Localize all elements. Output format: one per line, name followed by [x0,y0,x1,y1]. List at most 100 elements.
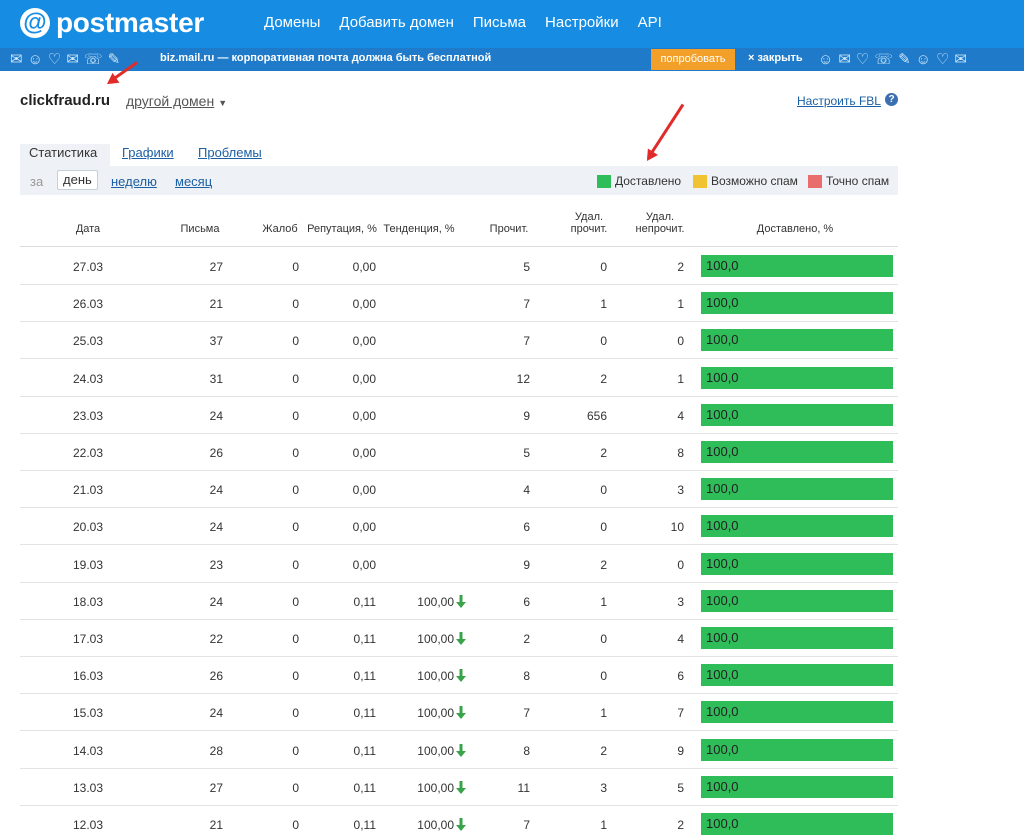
cell-delivered: 100,0 [706,556,739,571]
cell-deleted-unread: 9 [677,744,684,758]
cell-deleted-unread: 5 [677,781,684,795]
cell-delivered: 100,0 [706,407,739,422]
col-read[interactable]: Прочит. [484,223,534,235]
cell-date: 22.03 [72,446,104,460]
col-complaints[interactable]: Жалоб [258,223,302,235]
tab-statistics[interactable]: Статистика [20,144,110,166]
tab-charts[interactable]: Графики [122,144,174,162]
cell-reputation: 0,00 [352,520,376,534]
cell-deleted-read: 0 [600,520,607,534]
cell-complaints: 0 [292,372,299,386]
col-delivered[interactable]: Доставлено, % [740,223,850,235]
close-promo-button[interactable]: × закрыть [748,52,803,64]
period-filter-bar: за день неделю месяц Доставлено Возможно… [20,166,898,195]
domain-switch-dropdown[interactable]: другой домен ▼ [126,93,227,109]
legend-swatch [808,174,822,188]
cell-complaints: 0 [292,632,299,646]
cell-deleted-unread: 0 [677,558,684,572]
cell-letters: 27 [209,781,223,795]
cell-reputation: 0,00 [352,334,376,348]
legend-swatch [597,174,611,188]
cell-letters: 21 [209,818,223,832]
cell-read: 7 [523,334,530,348]
cell-reputation: 0,11 [353,706,376,720]
try-button[interactable]: попробовать [651,49,735,70]
cell-complaints: 0 [292,446,299,460]
cell-reputation: 0,00 [352,558,376,572]
cell-delivered: 100,0 [706,667,739,682]
cell-date: 16.03 [72,669,104,683]
cell-letters: 24 [209,409,223,423]
promo-banner: ✉☺♡✉☏✎ biz.mail.ru — корпоративная почта… [0,48,1024,71]
cell-reputation: 0,11 [353,818,376,832]
cell-complaints: 0 [292,818,299,832]
col-deleted-unread[interactable]: Удал. непрочит. [632,211,688,235]
cell-reputation: 0,00 [352,260,376,274]
main-nav: Домены Добавить домен Письма Настройки A… [264,14,681,31]
cell-deleted-read: 1 [600,595,607,609]
cell-read: 7 [523,818,530,832]
cell-deleted-read: 2 [600,372,607,386]
cell-deleted-read: 3 [600,781,607,795]
cell-deleted-read: 2 [600,446,607,460]
cell-letters: 28 [209,744,223,758]
trend-value: 100,00 [417,595,454,609]
cell-deleted-read: 2 [600,744,607,758]
table-row: 12.03 21 0 0,11 7 1 2 100,00 100,0 [20,806,898,837]
col-trend[interactable]: Тенденция, % [380,223,458,235]
table-row: 16.03 26 0 0,11 8 0 6 100,00 100,0 [20,657,898,694]
cell-letters: 21 [209,297,223,311]
cell-date: 27.03 [72,260,104,274]
cell-complaints: 0 [292,334,299,348]
legend-label: Доставлено [615,174,682,188]
cell-trend: 100,00 [417,632,466,646]
table-row: 25.03 37 0 0,00 7 0 0 100,0 [20,322,898,359]
cell-read: 11 [517,781,530,795]
trend-down-arrow-icon [456,595,466,608]
col-deleted-read-line1: Удал. [574,211,604,223]
postmaster-logo[interactable]: @ postmaster [20,6,204,40]
cell-read: 4 [523,483,530,497]
nav-domains[interactable]: Домены [264,14,320,31]
cell-deleted-read: 0 [600,632,607,646]
cell-date: 26.03 [72,297,104,311]
col-reputation[interactable]: Репутация, % [306,223,378,235]
cell-deleted-unread: 3 [677,483,684,497]
table-row: 22.03 26 0 0,00 5 2 8 100,0 [20,434,898,471]
nav-settings[interactable]: Настройки [545,14,619,31]
trend-down-arrow-icon [456,781,466,794]
col-date[interactable]: Дата [68,223,108,235]
logo-text: postmaster [56,7,204,38]
cell-reputation: 0,00 [352,446,376,460]
promo-text[interactable]: biz.mail.ru — корпоративная почта должна… [160,52,491,64]
nav-api[interactable]: API [638,14,662,31]
cell-trend: 100,00 [417,706,466,720]
trend-value: 100,00 [417,744,454,758]
cell-deleted-unread: 4 [677,409,684,423]
col-letters[interactable]: Письма [172,223,228,235]
col-deleted-read[interactable]: Удал. прочит. [564,211,614,235]
table-row: 23.03 24 0 0,00 9 656 4 100,0 [20,397,898,434]
cell-deleted-unread: 4 [677,632,684,646]
cell-read: 5 [523,260,530,274]
trend-value: 100,00 [417,818,454,832]
period-day[interactable]: день [57,170,98,190]
cell-delivered: 100,0 [706,295,739,310]
trend-down-arrow-icon [456,632,466,645]
nav-letters[interactable]: Письма [473,14,526,31]
configure-fbl-link[interactable]: Настроить FBL [797,94,881,108]
legend-label: Возможно спам [711,174,798,188]
cell-deleted-read: 0 [600,483,607,497]
period-week[interactable]: неделю [111,173,157,193]
tab-problems[interactable]: Проблемы [198,144,262,162]
cell-deleted-unread: 10 [670,520,684,534]
domain-switch-label: другой домен [126,93,215,109]
trend-down-arrow-icon [456,669,466,682]
cell-letters: 24 [209,706,223,720]
doodle-decoration-icon: ✉☺♡✉☏✎ [10,51,126,68]
nav-add-domain[interactable]: Добавить домен [339,14,454,31]
cell-deleted-read: 1 [600,297,607,311]
help-icon[interactable]: ? [885,93,898,106]
period-month[interactable]: месяц [175,173,212,193]
cell-deleted-unread: 1 [677,372,684,386]
